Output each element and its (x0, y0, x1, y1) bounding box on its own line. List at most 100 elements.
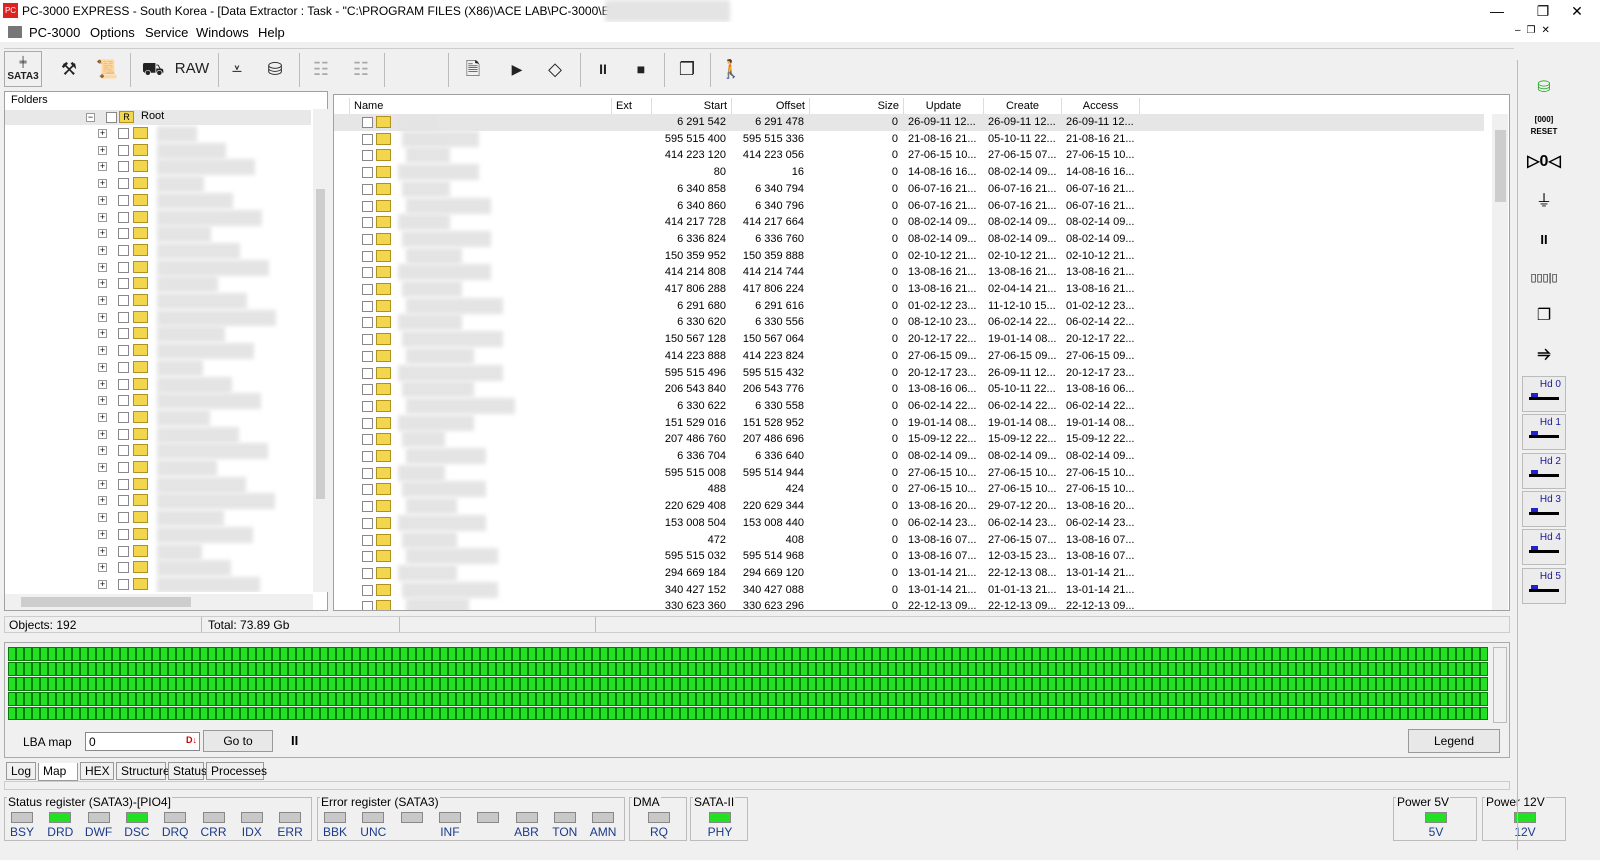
tree-node[interactable]: + (5, 159, 311, 176)
mdi-controls[interactable]: –❐✕ (1515, 25, 1556, 36)
tree-node[interactable]: + (5, 259, 311, 276)
row-checkbox[interactable] (362, 601, 373, 610)
tree-node[interactable]: + (5, 493, 311, 510)
tab-structure[interactable]: Structure (116, 762, 170, 780)
table-row[interactable]: 6 330 620 6 330 556 0 08-12-10 23... 06-02-1… (334, 314, 1484, 331)
checkbox[interactable] (118, 144, 129, 156)
table-row[interactable]: 330 623 360 330 623 296 0 22-12-13 09... 22-… (334, 598, 1484, 610)
tree-node[interactable]: + (5, 209, 311, 226)
checkbox[interactable] (106, 112, 117, 123)
tree-node[interactable]: + (5, 326, 311, 343)
tree-node[interactable]: + (5, 460, 311, 476)
row-checkbox[interactable] (362, 233, 373, 245)
menu-pc3000[interactable]: PC-3000 (29, 25, 80, 40)
table-row[interactable]: 595 515 400 595 515 336 0 21-08-16 21... 05-… (334, 130, 1484, 148)
checkbox[interactable] (118, 512, 129, 524)
table-row[interactable]: 206 543 840 206 543 776 0 13-08-16 06... 05-… (334, 381, 1484, 398)
column-header-ext[interactable]: Ext (612, 98, 652, 115)
head-button-5[interactable]: Hd 5 (1522, 567, 1566, 604)
checkbox[interactable] (118, 295, 129, 306)
expand-icon[interactable]: + (98, 179, 107, 189)
reset-button[interactable]: [000] RESET (1522, 110, 1566, 142)
tree-node[interactable]: + (5, 226, 311, 243)
row-checkbox[interactable] (362, 567, 373, 579)
table-row[interactable]: 151 529 016 151 528 952 0 19-01-14 08... 19-… (334, 414, 1484, 432)
table-row[interactable]: 414 214 808 414 214 744 0 13-08-16 21... 13-… (334, 264, 1484, 281)
expand-icon[interactable]: + (98, 329, 107, 339)
checkbox[interactable] (118, 128, 129, 139)
expand-icon[interactable]: + (98, 479, 107, 489)
pause-side-icon[interactable]: II (1522, 224, 1566, 256)
expand-icon[interactable]: + (98, 279, 107, 289)
head-button-4[interactable]: Hd 4 (1522, 529, 1566, 566)
expand-icon[interactable]: + (98, 296, 107, 305)
table-row[interactable]: 6 336 704 6 336 640 0 08-02-14 09... 08-02-1… (334, 448, 1484, 465)
table-row[interactable]: 150 567 128 150 567 064 0 20-12-17 22... 19-… (334, 331, 1484, 348)
expand-icon[interactable]: + (98, 312, 107, 322)
table-row[interactable]: 488 424 0 27-06-15 10... 27-06-15 10... 27-06… (334, 481, 1484, 498)
table-row[interactable]: 595 515 032 595 514 968 0 13-08-16 07... 12-… (334, 548, 1484, 565)
column-header-update[interactable]: Update (904, 98, 984, 115)
table-row[interactable]: 6 330 622 6 330 558 0 06-02-14 22... 06-02-1… (334, 397, 1484, 415)
connector-icon[interactable]: ⥤ (1522, 338, 1566, 370)
menu-help[interactable]: Help (258, 25, 285, 40)
tree-node[interactable]: + (5, 510, 311, 527)
row-checkbox[interactable] (362, 217, 373, 229)
checkbox[interactable] (118, 278, 129, 290)
row-checkbox[interactable] (362, 317, 373, 329)
table-row[interactable]: 294 669 184 294 669 120 0 13-01-14 21... 22-… (334, 564, 1484, 582)
head-button-0[interactable]: Hd 0 (1522, 376, 1566, 412)
tree-node[interactable]: + (5, 443, 311, 460)
menu-service[interactable]: Service (145, 25, 188, 40)
menu-options[interactable]: Options (90, 25, 135, 40)
table-row[interactable]: 6 291 680 6 291 616 0 01-02-12 23... 11-12-1… (334, 297, 1484, 315)
close-button[interactable]: ✕ (1554, 0, 1600, 22)
row-checkbox[interactable] (362, 200, 373, 212)
row-checkbox[interactable] (362, 250, 373, 262)
map-pause-button[interactable]: II (291, 733, 298, 748)
row-checkbox[interactable] (362, 434, 373, 446)
tree-node[interactable]: + (5, 526, 311, 543)
checkbox[interactable] (118, 161, 129, 173)
checkbox[interactable] (118, 428, 129, 440)
tree-node[interactable]: + (5, 576, 311, 592)
lba-input[interactable]: 0 D↓ (85, 732, 200, 751)
tree-node[interactable]: + (5, 242, 311, 259)
expand-icon[interactable]: + (98, 262, 107, 272)
checkbox[interactable] (118, 194, 129, 206)
row-checkbox[interactable] (362, 484, 373, 496)
tab-map[interactable]: Map (38, 763, 78, 781)
expand-icon[interactable]: + (98, 162, 107, 172)
checkbox[interactable] (118, 211, 129, 223)
checkbox[interactable] (118, 411, 129, 423)
checkbox[interactable] (118, 395, 129, 407)
table-row[interactable]: 80 16 0 14-08-16 16... 08-02-14 09... 14-08-1… (334, 164, 1484, 181)
table-row[interactable]: 414 217 728 414 217 664 0 08-02-14 09... 08-… (334, 214, 1484, 231)
expand-icon[interactable]: + (98, 579, 107, 589)
checkbox[interactable] (118, 445, 129, 457)
legend-button[interactable]: Legend (1408, 729, 1500, 753)
decimal-toggle-icon[interactable]: D↓ (186, 735, 197, 745)
row-checkbox[interactable] (362, 117, 373, 128)
expand-icon[interactable]: + (98, 546, 107, 556)
table-row[interactable]: 220 629 408 220 629 344 0 13-08-16 20... 29-… (334, 498, 1484, 515)
row-checkbox[interactable] (362, 334, 373, 346)
table-row[interactable]: 414 223 120 414 223 056 0 27-06-15 10... 27-… (334, 147, 1484, 164)
windows-icon[interactable]: ❐ (670, 51, 704, 87)
checkbox[interactable] (118, 378, 129, 390)
table-row[interactable]: 417 806 288 417 806 224 0 13-08-16 21... 02-… (334, 281, 1484, 298)
row-checkbox[interactable] (362, 267, 373, 279)
goto-button[interactable]: Go to (203, 730, 273, 752)
row-checkbox[interactable] (362, 400, 373, 412)
expand-icon[interactable]: + (98, 379, 107, 389)
column-header-size[interactable]: Size (810, 98, 904, 115)
tree-horizontal-scrollbar[interactable] (5, 594, 313, 610)
tree-node[interactable]: + (5, 560, 311, 577)
menu-windows[interactable]: Windows (196, 25, 249, 40)
tools-icon[interactable]: ⚒ (52, 51, 86, 87)
tree-node[interactable]: + (5, 142, 311, 159)
tree-node[interactable]: + (5, 376, 311, 393)
column-header-start[interactable]: Start (652, 98, 732, 115)
expand-icon[interactable]: + (98, 346, 107, 356)
row-checkbox[interactable] (362, 150, 373, 162)
